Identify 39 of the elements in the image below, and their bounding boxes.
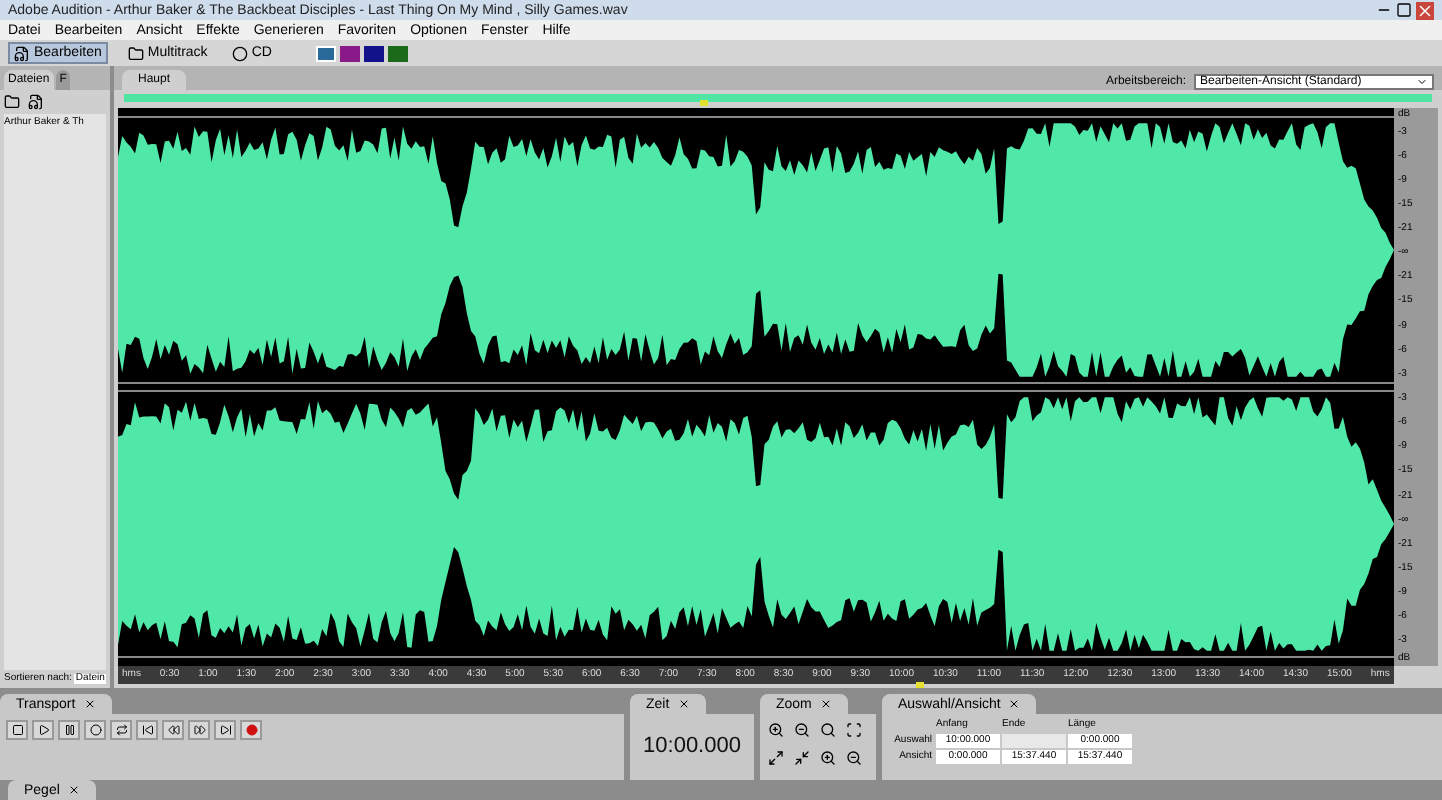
view-icon[interactable] [363,45,384,61]
transport-icon [245,724,257,736]
transport-button[interactable] [214,720,236,740]
transport-icon [167,724,179,736]
transport-icon [115,724,127,736]
transport-button[interactable] [110,720,132,740]
transport-icon [63,724,75,736]
time-field[interactable] [1002,734,1066,748]
close-icon[interactable] [677,698,690,710]
playhead-marker[interactable] [699,100,708,106]
folder-icon[interactable] [4,94,20,110]
mode-icon [231,45,248,61]
transport-icon [141,724,153,736]
transport-button[interactable] [58,720,80,740]
view-icon[interactable] [339,45,360,61]
transport-icon [193,724,205,736]
close-icon[interactable] [67,784,80,796]
playhead-marker [915,682,924,688]
view-icon[interactable] [315,45,336,61]
chevron-icon [1416,76,1428,88]
transport-button[interactable] [84,720,106,740]
transport-button[interactable] [188,720,210,740]
close-icon[interactable] [1008,698,1021,710]
maximize-icon[interactable] [1396,1,1412,17]
mode-icon [127,45,144,61]
transport-button[interactable] [162,720,184,740]
transport-button[interactable] [32,720,54,740]
close-icon[interactable] [819,698,832,710]
transport-button[interactable] [6,720,28,740]
transport-button[interactable] [136,720,158,740]
transport-icon [89,724,101,736]
close-icon[interactable] [83,698,96,710]
transport-icon [219,724,231,736]
time-display: 10:00.000 [643,732,741,763]
file-icon[interactable] [28,94,44,110]
mode-icon [14,45,30,61]
transport-icon [37,724,49,736]
transport-icon [11,724,23,736]
view-icon[interactable] [387,45,408,61]
